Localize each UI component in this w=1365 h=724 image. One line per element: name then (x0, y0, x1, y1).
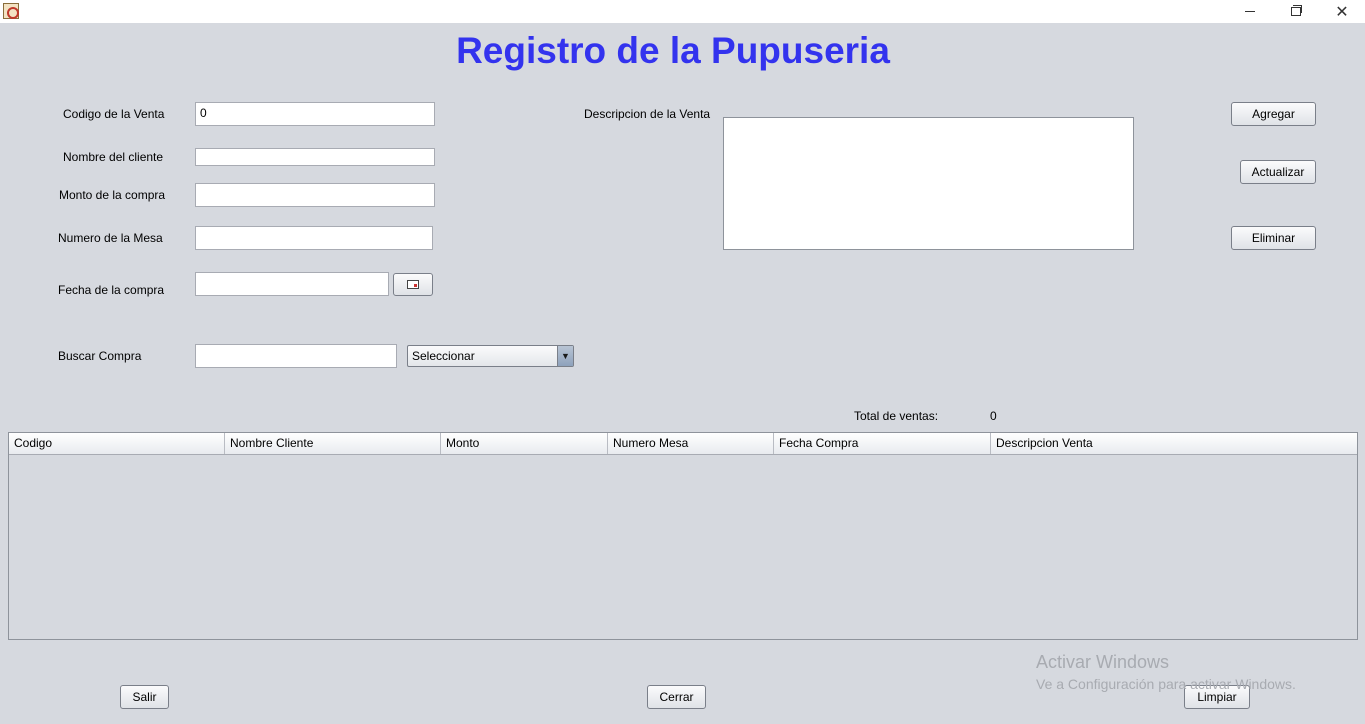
maximize-button[interactable] (1273, 0, 1319, 23)
activation-watermark-title: Activar Windows (1036, 652, 1170, 672)
buscar-select[interactable]: Seleccionar ▼ (407, 345, 574, 367)
fecha-label: Fecha de la compra (58, 283, 165, 297)
column-header-codigo[interactable]: Codigo (9, 433, 225, 454)
eliminar-button[interactable]: Eliminar (1231, 226, 1316, 250)
fecha-input[interactable] (195, 272, 389, 296)
descripcion-textarea[interactable] (723, 117, 1134, 250)
codigo-input[interactable]: 0 (195, 102, 435, 126)
codigo-label: Codigo de la Venta (63, 107, 165, 121)
window-titlebar: ✕ (0, 0, 1365, 23)
salir-button[interactable]: Salir (120, 685, 169, 709)
column-header-monto[interactable]: Monto (441, 433, 608, 454)
buscar-select-value: Seleccionar (412, 349, 475, 363)
cerrar-button[interactable]: Cerrar (647, 685, 706, 709)
chevron-down-icon: ▼ (557, 346, 573, 366)
activation-watermark-subtitle: Ve a Configuración para activar Windows. (1036, 676, 1296, 692)
buscar-label: Buscar Compra (58, 349, 142, 363)
column-header-descripcion-venta[interactable]: Descripcion Venta (991, 433, 1357, 454)
minimize-icon (1245, 11, 1255, 12)
actualizar-button[interactable]: Actualizar (1240, 160, 1316, 184)
descripcion-label: Descripcion de la Venta (584, 107, 711, 121)
agregar-button[interactable]: Agregar (1231, 102, 1316, 126)
total-ventas-label: Total de ventas: (854, 409, 939, 423)
minimize-button[interactable] (1227, 0, 1273, 23)
mesa-input[interactable] (195, 226, 433, 250)
monto-input[interactable] (195, 183, 435, 207)
column-header-nombre-cliente[interactable]: Nombre Cliente (225, 433, 441, 454)
close-icon: ✕ (1335, 1, 1349, 21)
ventas-table[interactable]: Codigo Nombre Cliente Monto Numero Mesa … (8, 432, 1358, 640)
calendar-icon (407, 280, 419, 289)
buscar-input[interactable] (195, 344, 397, 368)
mesa-label: Numero de la Mesa (58, 231, 163, 245)
column-header-fecha-compra[interactable]: Fecha Compra (774, 433, 991, 454)
total-ventas-value: 0 (990, 409, 997, 423)
restore-icon (1291, 5, 1302, 16)
calendar-button[interactable] (393, 273, 433, 296)
monto-label: Monto de la compra (59, 188, 166, 202)
column-header-numero-mesa[interactable]: Numero Mesa (608, 433, 774, 454)
table-header: Codigo Nombre Cliente Monto Numero Mesa … (9, 433, 1357, 455)
close-window-button[interactable]: ✕ (1319, 0, 1365, 23)
nombre-input[interactable] (195, 148, 435, 166)
nombre-label: Nombre del cliente (63, 150, 164, 164)
page-title: Registro de la Pupuseria (456, 30, 890, 71)
java-coffee-icon (3, 3, 19, 19)
